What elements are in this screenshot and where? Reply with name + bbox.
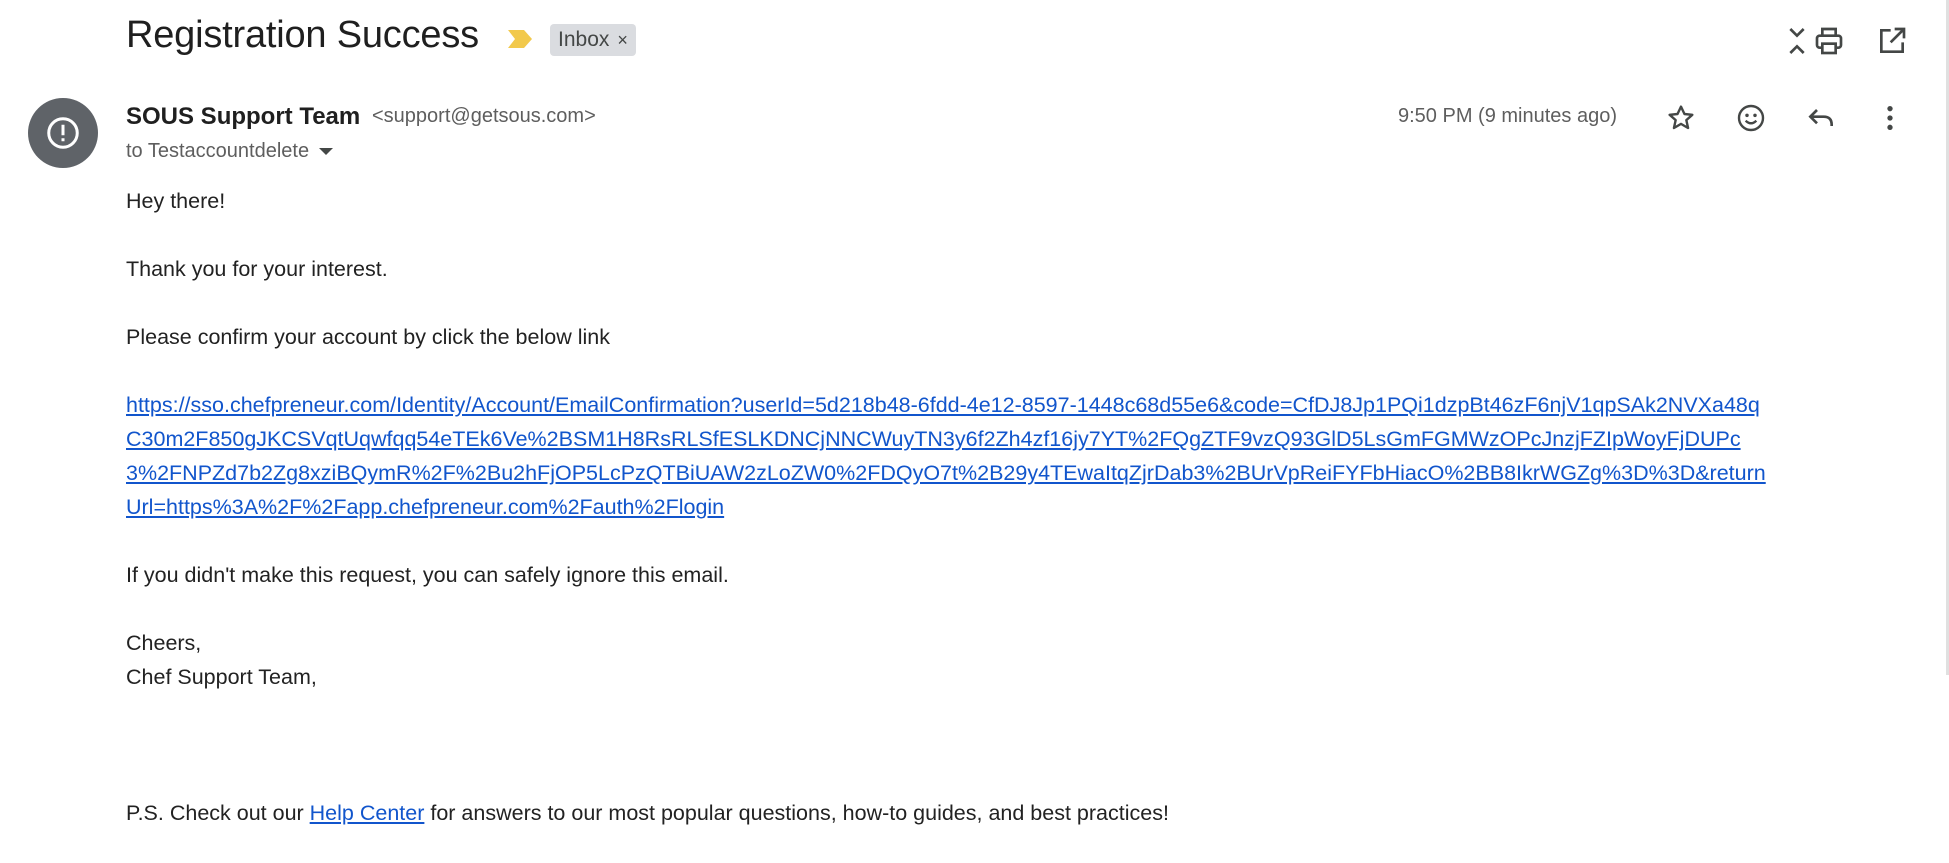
warning-icon (47, 117, 79, 149)
open-in-new-window-button[interactable] (1871, 20, 1913, 62)
ps-paragraph: P.S. Check out our Help Center for answe… (126, 796, 1766, 830)
sender-name[interactable]: SOUS Support Team (126, 103, 360, 131)
reply-button[interactable] (1799, 96, 1843, 140)
more-options-button[interactable] (1868, 96, 1912, 140)
emoji-reaction-icon (1737, 104, 1765, 132)
star-button[interactable] (1659, 96, 1703, 140)
sender-avatar[interactable] (28, 98, 98, 168)
inbox-label-chip: Inbox × (550, 24, 636, 56)
star-icon (1668, 105, 1694, 130)
print-icon (1815, 27, 1843, 55)
ignore-note-text: If you didn't make this request, you can… (126, 563, 729, 587)
recipient-details-toggle[interactable]: to Testaccountdelete (126, 140, 334, 163)
help-center-link[interactable]: Help Center (310, 801, 425, 825)
importance-marker-icon[interactable] (508, 30, 532, 48)
chevron-down-icon (319, 148, 334, 155)
more-options-icon (1887, 106, 1893, 130)
sender-email: <support@getsous.com> (372, 105, 596, 127)
remove-label-button[interactable]: × (617, 30, 628, 51)
print-button[interactable] (1808, 20, 1850, 62)
open-in-new-window-icon (1880, 27, 1906, 53)
message-timestamp: 9:50 PM (9 minutes ago) (1398, 105, 1617, 127)
ps-suffix-text: for answers to our most popular question… (424, 801, 1169, 825)
email-body: Hey there! Thank you for your interest. … (126, 184, 1766, 830)
confirmation-link[interactable]: https://sso.chefpreneur.com/Identity/Acc… (126, 388, 1766, 524)
reply-icon (1808, 109, 1833, 126)
greeting-text: Hey there! (126, 189, 226, 213)
instruction-text: Please confirm your account by click the… (126, 325, 610, 349)
signature-text: Chef Support Team, (126, 665, 317, 689)
add-reaction-button[interactable] (1729, 96, 1773, 140)
thanks-text: Thank you for your interest. (126, 257, 388, 281)
recipient-text: to Testaccountdelete (126, 140, 310, 162)
ps-prefix-text: P.S. Check out our (126, 801, 310, 825)
label-chip-text: Inbox (558, 28, 610, 51)
email-subject: Registration Success (126, 14, 479, 56)
signoff-text: Cheers, (126, 631, 202, 655)
